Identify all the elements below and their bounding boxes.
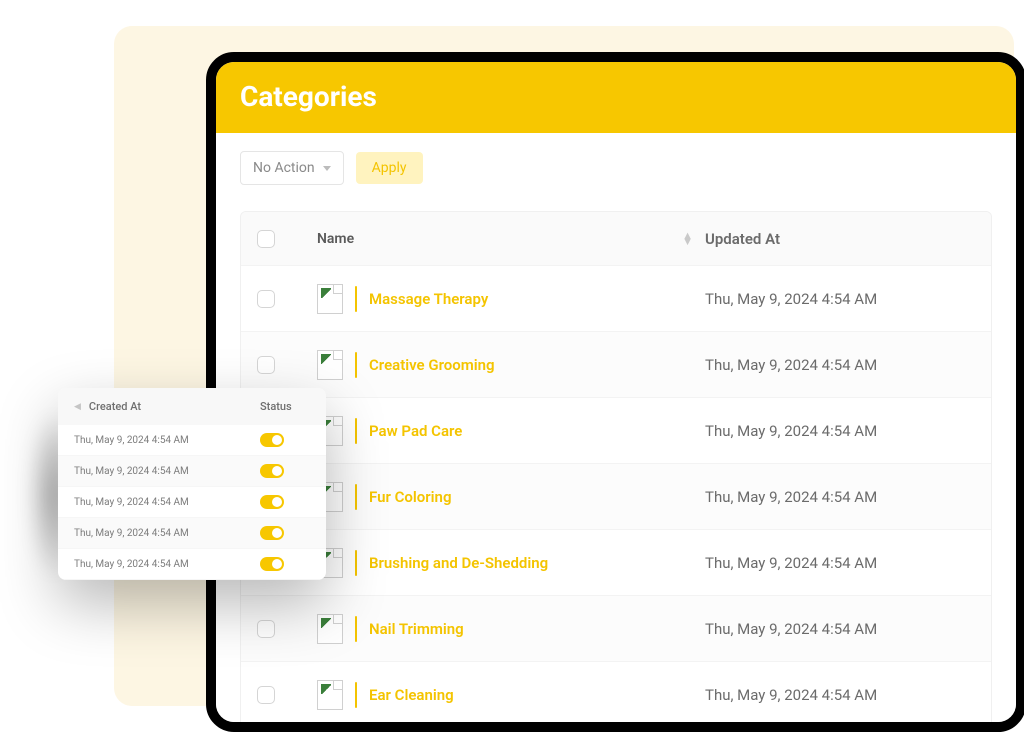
updated-at-cell: Thu, May 9, 2024 4:54 AM <box>705 422 975 440</box>
table-header-row: Name ▲▼ Updated At <box>241 212 991 266</box>
updated-at-cell: Thu, May 9, 2024 4:54 AM <box>705 554 975 572</box>
divider <box>355 616 357 642</box>
chevron-left-icon[interactable]: ◀ <box>74 402 81 412</box>
column-header-updated-at[interactable]: Updated At <box>705 230 780 248</box>
column-header-status[interactable]: Status <box>260 400 310 413</box>
bulk-action-row: No Action Apply <box>240 151 992 185</box>
column-header-created-at[interactable]: Created At <box>89 400 260 413</box>
dropdown-label: No Action <box>253 160 315 176</box>
category-name-link[interactable]: Nail Trimming <box>369 620 464 638</box>
updated-at-cell: Thu, May 9, 2024 4:54 AM <box>705 356 975 374</box>
tablet-device-frame: Categories No Action Apply Name ▲▼ <box>206 52 1024 732</box>
column-header-name[interactable]: Name <box>317 231 354 247</box>
table-row: Nail Trimming Thu, May 9, 2024 4:54 AM <box>241 596 991 662</box>
popup-row: Thu, May 9, 2024 4:54 AM <box>58 518 326 549</box>
category-name-link[interactable]: Brushing and De-Shedding <box>369 554 548 572</box>
category-name-link[interactable]: Ear Cleaning <box>369 686 454 704</box>
updated-at-cell: Thu, May 9, 2024 4:54 AM <box>705 488 975 506</box>
chevron-down-icon <box>323 166 331 171</box>
category-name-link[interactable]: Paw Pad Care <box>369 422 462 440</box>
status-toggle[interactable] <box>260 526 284 540</box>
table-row: Paw Pad Care Thu, May 9, 2024 4:54 AM <box>241 398 991 464</box>
image-placeholder-icon <box>317 284 343 314</box>
divider <box>355 418 357 444</box>
category-name-link[interactable]: Fur Coloring <box>369 488 451 506</box>
bulk-action-dropdown[interactable]: No Action <box>240 151 344 185</box>
row-checkbox[interactable] <box>257 290 275 308</box>
table-row: Brushing and De-Shedding Thu, May 9, 202… <box>241 530 991 596</box>
row-checkbox[interactable] <box>257 620 275 638</box>
image-placeholder-icon <box>317 614 343 644</box>
page-title: Categories <box>240 80 377 113</box>
created-at-cell: Thu, May 9, 2024 4:54 AM <box>74 435 260 446</box>
updated-at-cell: Thu, May 9, 2024 4:54 AM <box>705 620 975 638</box>
created-at-cell: Thu, May 9, 2024 4:54 AM <box>74 528 260 539</box>
table-row: Massage Therapy Thu, May 9, 2024 4:54 AM <box>241 266 991 332</box>
created-at-cell: Thu, May 9, 2024 4:54 AM <box>74 559 260 570</box>
content-area: No Action Apply Name ▲▼ Updated A <box>216 133 1016 732</box>
created-at-cell: Thu, May 9, 2024 4:54 AM <box>74 497 260 508</box>
status-toggle[interactable] <box>260 557 284 571</box>
row-checkbox[interactable] <box>257 686 275 704</box>
popup-row: Thu, May 9, 2024 4:54 AM <box>58 456 326 487</box>
popup-row: Thu, May 9, 2024 4:54 AM <box>58 425 326 456</box>
image-placeholder-icon <box>317 350 343 380</box>
table-row: Creative Grooming Thu, May 9, 2024 4:54 … <box>241 332 991 398</box>
table-row: Fur Coloring Thu, May 9, 2024 4:54 AM <box>241 464 991 530</box>
apply-button[interactable]: Apply <box>356 152 423 184</box>
divider <box>355 550 357 576</box>
updated-at-cell: Thu, May 9, 2024 4:54 AM <box>705 686 975 704</box>
divider <box>355 286 357 312</box>
categories-table: Name ▲▼ Updated At Massage Therapy Thu, … <box>240 211 992 729</box>
sort-icon[interactable]: ▲▼ <box>682 233 693 245</box>
divider <box>355 352 357 378</box>
table-row: Ear Cleaning Thu, May 9, 2024 4:54 AM <box>241 662 991 728</box>
popup-row: Thu, May 9, 2024 4:54 AM <box>58 549 326 580</box>
status-toggle[interactable] <box>260 464 284 478</box>
divider <box>355 484 357 510</box>
category-name-link[interactable]: Creative Grooming <box>369 356 495 374</box>
updated-at-cell: Thu, May 9, 2024 4:54 AM <box>705 290 975 308</box>
popup-row: Thu, May 9, 2024 4:54 AM <box>58 487 326 518</box>
category-name-link[interactable]: Massage Therapy <box>369 290 488 308</box>
divider <box>355 682 357 708</box>
row-checkbox[interactable] <box>257 356 275 374</box>
status-toggle[interactable] <box>260 433 284 447</box>
page-header: Categories <box>216 62 1016 133</box>
created-at-cell: Thu, May 9, 2024 4:54 AM <box>74 466 260 477</box>
image-placeholder-icon <box>317 680 343 710</box>
status-popup-card: ◀ Created At Status Thu, May 9, 2024 4:5… <box>58 388 326 580</box>
status-toggle[interactable] <box>260 495 284 509</box>
popup-header-row: ◀ Created At Status <box>58 388 326 425</box>
select-all-checkbox[interactable] <box>257 230 275 248</box>
